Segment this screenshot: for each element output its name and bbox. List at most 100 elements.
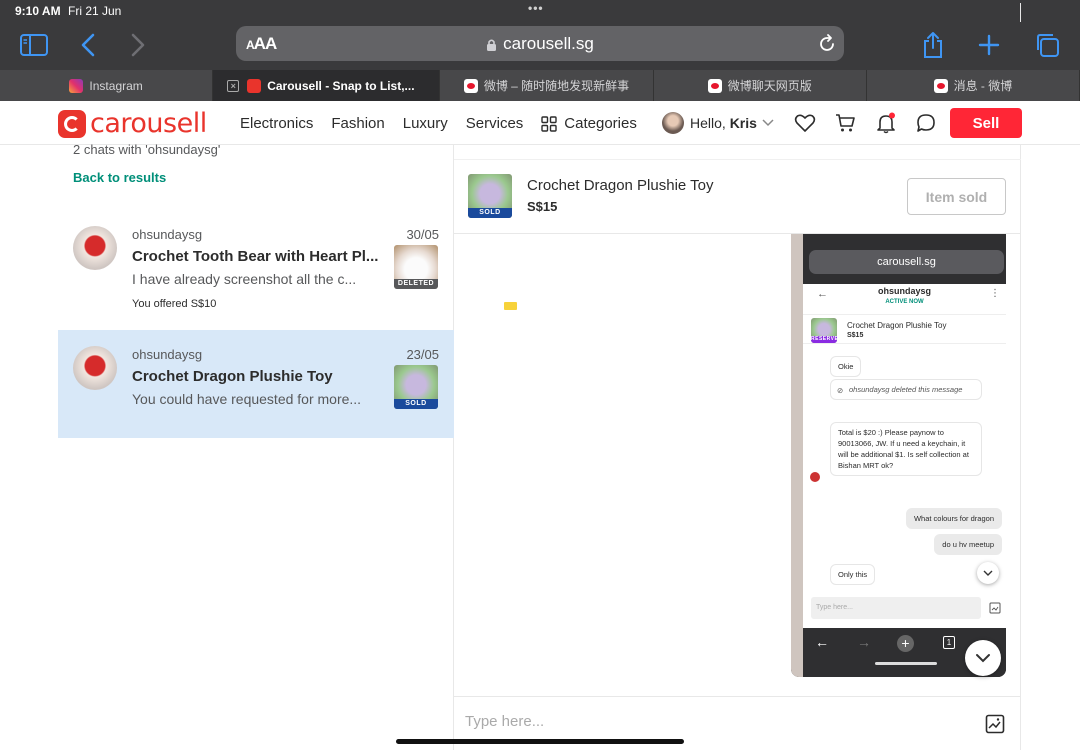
- chat-user-name: ohsundaysg: [132, 227, 203, 242]
- listing-price: S$15: [527, 199, 558, 214]
- scroll-down-button: [977, 562, 999, 584]
- plus-icon: +: [897, 635, 914, 652]
- weibo-icon: [707, 78, 722, 93]
- chat-list-item[interactable]: ohsundaysg 30/05 Crochet Tooth Bear with…: [58, 210, 454, 318]
- tabs-overview-icon[interactable]: [1031, 30, 1063, 60]
- status-time: 9:10 AM: [15, 4, 61, 18]
- chevron-down-icon: [762, 119, 774, 127]
- chat-user-name: ohsundaysg: [132, 347, 203, 362]
- chat-date: 23/05: [406, 347, 439, 362]
- message-input[interactable]: Type here...: [465, 713, 544, 730]
- reserved-badge: RESERVED: [811, 336, 837, 343]
- avatar: [73, 346, 117, 390]
- product-thumbnail: RESERVED: [811, 318, 837, 343]
- message-bubble: What colours for dragon: [905, 508, 1002, 529]
- message-bubble: Okie: [830, 356, 862, 377]
- instagram-icon: [69, 78, 84, 93]
- tab-weibo-chat[interactable]: 微博聊天网页版: [654, 70, 867, 101]
- chevron-down-icon: [976, 654, 990, 663]
- sell-button[interactable]: Sell: [950, 108, 1022, 138]
- chat-list-item[interactable]: ohsundaysg 23/05 Crochet Dragon Plushie …: [58, 330, 454, 438]
- screenshot-listing-price: S$15: [847, 332, 864, 339]
- chat-preview: You could have requested for more...: [132, 391, 362, 407]
- site-header: carousell Electronics Fashion Luxury Ser…: [0, 101, 1080, 145]
- screenshot-active-status: ACTIVE NOW: [885, 299, 924, 305]
- carousell-icon: [247, 78, 262, 93]
- greeting: Hello,: [690, 115, 726, 131]
- blocked-icon: ⊘: [837, 386, 844, 395]
- chat-date: 30/05: [406, 227, 439, 242]
- screenshot-url: carousell.sg: [809, 250, 1004, 274]
- image-message[interactable]: carousell.sg ← ohsundaysg ACTIVE NOW ⋮ R…: [791, 234, 1006, 677]
- forward-arrow-icon: →: [857, 634, 871, 650]
- grid-icon: [541, 115, 557, 132]
- heart-icon[interactable]: [794, 112, 816, 134]
- home-indicator: [875, 662, 937, 665]
- nav-services[interactable]: Services: [466, 115, 524, 132]
- status-date: Fri 21 Jun: [68, 4, 122, 18]
- screenshot-edge: [791, 234, 803, 677]
- share-icon[interactable]: [917, 30, 949, 60]
- chat-preview: I have already screenshot all the c...: [132, 271, 357, 287]
- sidebar-toggle-icon[interactable]: [18, 30, 50, 60]
- tab-carousell[interactable]: × Carousell - Snap to List,...: [213, 70, 441, 101]
- tab-weibo-messages[interactable]: 消息 - 微博: [867, 70, 1080, 101]
- chats-count: 2 chats with 'ohsundaysg': [73, 142, 221, 157]
- carousell-logo-icon: [58, 109, 86, 138]
- nav-fashion[interactable]: Fashion: [331, 115, 384, 132]
- screenshot-listing-title: Crochet Dragon Plushie Toy: [847, 321, 947, 330]
- item-sold-button: Item sold: [907, 178, 1006, 215]
- address-bar[interactable]: AAA carousell.sg: [236, 26, 844, 61]
- deleted-message-bubble: ⊘ ohsundaysg deleted this message: [830, 379, 982, 400]
- bell-icon[interactable]: [875, 112, 897, 134]
- tab-bar: Instagram × Carousell - Snap to List,...…: [0, 70, 1080, 101]
- user-menu[interactable]: Hello, Kris: [662, 112, 774, 134]
- more-icon: ⋮: [990, 288, 1000, 299]
- message-bubble: Only this: [830, 564, 876, 585]
- sold-badge: SOLD: [394, 399, 438, 409]
- nav-luxury[interactable]: Luxury: [403, 115, 448, 132]
- back-to-results-link[interactable]: Back to results: [73, 170, 166, 185]
- nav-categories[interactable]: Categories: [541, 115, 655, 132]
- product-thumbnail: DELETED: [394, 245, 438, 289]
- reload-icon[interactable]: [818, 33, 836, 58]
- chat-item-title: Crochet Tooth Bear with Heart Pl...: [132, 248, 379, 265]
- back-arrow-icon[interactable]: [72, 30, 104, 60]
- nav-electronics[interactable]: Electronics: [240, 115, 313, 132]
- image-picker-icon: [989, 602, 1001, 614]
- chevron-down-icon: [983, 570, 993, 576]
- message-bubble: do u hv meetup: [934, 534, 1002, 555]
- message-bubble: Total is $20 :) Please paynow to 9001306…: [830, 422, 982, 476]
- weibo-icon: [463, 78, 478, 93]
- scroll-down-button[interactable]: [965, 640, 1001, 676]
- lock-icon: [487, 38, 497, 51]
- new-tab-icon[interactable]: [973, 30, 1005, 60]
- user-name: Kris: [729, 115, 757, 131]
- deleted-badge: DELETED: [394, 279, 438, 289]
- sold-badge: SOLD: [468, 208, 512, 218]
- chat-offer: You offered S$10: [132, 298, 217, 310]
- home-indicator[interactable]: [396, 739, 684, 744]
- listing-title[interactable]: Crochet Dragon Plushie Toy: [527, 177, 714, 194]
- tab-instagram[interactable]: Instagram: [0, 70, 214, 101]
- tab-weibo[interactable]: 微博 – 随时随地发现新鲜事: [440, 70, 654, 101]
- screenshot-listing: RESERVED Crochet Dragon Plushie Toy S$15: [803, 314, 1006, 344]
- weibo-icon: [933, 78, 948, 93]
- forward-arrow-icon[interactable]: [122, 30, 154, 60]
- close-tab-icon[interactable]: ×: [227, 79, 240, 92]
- chat-icon[interactable]: [915, 112, 937, 134]
- chat-panel: SOLD Crochet Dragon Plushie Toy S$15 Ite…: [454, 145, 1021, 750]
- product-thumbnail: SOLD: [394, 365, 438, 409]
- chat-item-title: Crochet Dragon Plushie Toy: [132, 368, 333, 385]
- screenshot-user-name: ohsundaysg: [877, 286, 931, 296]
- cart-icon[interactable]: [834, 112, 856, 134]
- chat-list-panel: 2 chats with 'ohsundaysg' Back to result…: [58, 142, 454, 750]
- image-picker-icon[interactable]: [985, 714, 1005, 734]
- listing-bar: SOLD Crochet Dragon Plushie Toy S$15 Ite…: [454, 159, 1021, 234]
- carousell-logo[interactable]: carousell: [58, 108, 207, 139]
- screenshot-page: ← ohsundaysg ACTIVE NOW ⋮ RESERVED Croch…: [803, 284, 1006, 628]
- product-thumbnail[interactable]: SOLD: [468, 174, 512, 218]
- main-nav: Electronics Fashion Luxury Services Cate…: [240, 115, 673, 132]
- avatar: [73, 226, 117, 270]
- back-arrow-icon: ←: [815, 634, 829, 650]
